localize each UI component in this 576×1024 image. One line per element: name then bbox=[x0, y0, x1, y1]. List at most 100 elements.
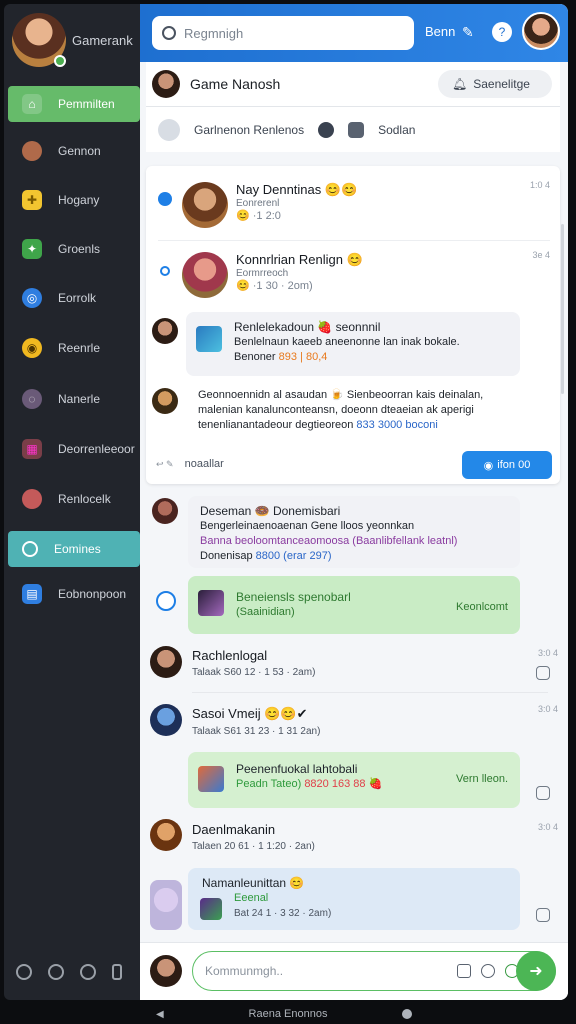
subbar-label[interactable]: Garlnenon Renlenos bbox=[194, 123, 304, 137]
message-label: Keonlcomt bbox=[456, 601, 508, 613]
message-bubble[interactable]: Beneiensls spenobarl (Saainidian) Keonlc… bbox=[188, 576, 520, 634]
message-title: Namanleunittan 😊 bbox=[202, 876, 305, 890]
gift-icon[interactable] bbox=[348, 121, 365, 138]
bell-icon: 🔔︎ bbox=[452, 77, 468, 91]
bubble-text: Benlelnaun kaeeb aneenonne lan inak boka… bbox=[234, 336, 460, 348]
comment-bubble[interactable]: Renlelekadoun 🍓 seonnnil Benlelnaun kaee… bbox=[186, 312, 520, 376]
sidebar-item-hogany[interactable]: ✚ Hogany bbox=[8, 182, 140, 218]
sidebar-item-label: Hogany bbox=[58, 193, 100, 207]
bubble-text: malenian kanalunconteansn, doeonn dteaei… bbox=[198, 404, 474, 416]
user-avatar[interactable] bbox=[522, 12, 560, 50]
sub-toolbar: Garlnenon Renlenos Sodlan bbox=[146, 106, 560, 152]
reply-row[interactable]: ↩ ✎ noaallar bbox=[156, 458, 224, 470]
send-button[interactable]: ➜ bbox=[516, 951, 556, 991]
message-input-placeholder: Kommunmgh.. bbox=[205, 964, 284, 978]
feed-post[interactable]: Konnrlrian Renlign 😊 Eormrreoch 😊 ·1 30 … bbox=[146, 246, 560, 312]
pin-icon[interactable] bbox=[536, 908, 550, 922]
sidebar-item-eomines[interactable]: Eomines bbox=[8, 531, 140, 567]
message-composer: Kommunmgh.. ➜ bbox=[140, 942, 568, 1000]
sidebar-item-label: Eobnonpoon bbox=[58, 587, 127, 601]
bubble-tag[interactable]: 833 3000 boconi bbox=[356, 419, 437, 431]
home-icon: ⌂ bbox=[22, 94, 42, 114]
comment-bubble[interactable]: Geonnoennidn al asaudan 🍺 Sienbeoorran k… bbox=[186, 380, 520, 444]
main-panel: Regmnigh Benn ✎ ? Game Nanosh 🔔︎ Saeneli… bbox=[140, 4, 568, 1000]
back-icon[interactable]: ◀ bbox=[156, 1009, 164, 1020]
sidebar-item-renlocelk[interactable]: Renlocelk bbox=[8, 481, 140, 517]
message-title: Sasoi Vmeij 😊😊✔ bbox=[192, 706, 308, 721]
help-icon[interactable]: ? bbox=[492, 22, 512, 42]
message-row[interactable]: Rachlenlogal Talaak S60 12 · 1 53 · 2am) bbox=[192, 648, 315, 678]
settings-icon[interactable] bbox=[16, 964, 32, 980]
info-icon[interactable] bbox=[80, 964, 96, 980]
reply-icon: ↩ ✎ bbox=[156, 459, 174, 469]
composer-avatar bbox=[150, 955, 182, 987]
gif-icon[interactable] bbox=[457, 964, 471, 978]
message-tag[interactable]: 8820 163 88 🍓 bbox=[304, 778, 382, 790]
message-row[interactable]: Sasoi Vmeij 😊😊✔ Talaak S61 31 23 · 1 31 … bbox=[192, 706, 320, 737]
help-icon[interactable] bbox=[48, 964, 64, 980]
profile-avatar[interactable] bbox=[12, 13, 66, 67]
profile-name: Gamerank bbox=[72, 32, 133, 48]
post-time: 1:0 4 bbox=[529, 180, 550, 190]
message-tag[interactable]: 8800 (erar 297) bbox=[256, 550, 332, 562]
group-settings-button[interactable]: 🔔︎ Saenelitge bbox=[438, 70, 552, 98]
message-title: Deseman 🍩 Donemisbari bbox=[200, 504, 341, 518]
chat-icon: ◌ bbox=[22, 389, 42, 409]
message-avatar bbox=[150, 819, 182, 851]
gamepad-icon: ✦ bbox=[22, 239, 42, 259]
pin-icon[interactable] bbox=[536, 786, 550, 800]
post-avatar bbox=[182, 252, 228, 298]
sidebar-item-eobnonpoon[interactable]: ▤ Eobnonpoon bbox=[8, 576, 140, 612]
search-input[interactable]: Regmnigh bbox=[152, 16, 414, 50]
sidebar-item-label: Renlocelk bbox=[58, 492, 111, 506]
top-label[interactable]: Benn bbox=[425, 24, 455, 39]
sidebar-item-deorrenleeoor[interactable]: ▦ Deorrenleeoor bbox=[8, 431, 140, 467]
sidebar-item-home[interactable]: ⌂ Pemmilten bbox=[8, 86, 140, 122]
message-input[interactable]: Kommunmgh.. bbox=[192, 951, 556, 991]
sidebar-item-eorrolk[interactable]: ◎ Eorrolk bbox=[8, 280, 140, 316]
home-button-icon[interactable] bbox=[402, 1009, 412, 1019]
sidebar-item-reenrle[interactable]: ◉ Reenrle bbox=[8, 330, 140, 366]
send-icon: ➜ bbox=[529, 963, 543, 980]
message-bubble[interactable]: Peenenfuokal lahtobali Peadn Tateo) 8820… bbox=[188, 752, 520, 808]
bubble-text: Geonnoennidn al asaudan 🍺 Sienbeoorran k… bbox=[198, 389, 484, 401]
post-subtitle: Eormrreoch bbox=[236, 268, 289, 279]
game-thumbnail bbox=[200, 898, 222, 920]
message-meta: Talaak S60 12 · 1 53 · 2am) bbox=[192, 667, 316, 678]
message-avatar bbox=[150, 880, 182, 930]
feed-post[interactable]: Nay Denntinas 😊😊 Eonrerenl 😊 ·1 2:0 1:0 … bbox=[146, 176, 560, 240]
sidebar-item-label: Pemmilten bbox=[58, 97, 115, 111]
message-bubble[interactable]: Deseman 🍩 Donemisbari Bengerleinaenoaena… bbox=[188, 496, 520, 568]
sidebar-item-groenls[interactable]: ✦ Groenls bbox=[8, 231, 140, 267]
edit-icon[interactable]: ✎ bbox=[462, 24, 474, 41]
globe-icon: ◎ bbox=[22, 288, 42, 308]
game-thumbnail bbox=[198, 766, 224, 792]
message-avatar bbox=[150, 646, 182, 678]
message-bubble[interactable]: Namanleunittan 😊 Eeenal Bat 24 1 · 3 32 … bbox=[188, 868, 520, 930]
system-nav-label: Raena Enonnos bbox=[248, 1008, 328, 1020]
follow-label: ifon 00 bbox=[497, 459, 531, 471]
sidebar-item-nanerle[interactable]: ◌ Nanerle bbox=[8, 381, 140, 417]
sidebar-profile[interactable]: Gamerank bbox=[12, 10, 133, 70]
reply-user: noaallar bbox=[184, 458, 224, 470]
shield-icon[interactable] bbox=[318, 121, 335, 138]
scrollbar[interactable] bbox=[561, 224, 564, 394]
sidebar-item-label: Nanerle bbox=[58, 392, 101, 406]
sidebar-item-gennon[interactable]: Gennon bbox=[8, 133, 140, 169]
emoji-icon[interactable] bbox=[481, 964, 495, 978]
power-icon[interactable] bbox=[112, 964, 122, 980]
avatar-icon bbox=[22, 489, 42, 509]
follow-button[interactable]: ◉ ifon 00 bbox=[462, 451, 552, 479]
feed-card: Nay Denntinas 😊😊 Eonrerenl 😊 ·1 2:0 1:0 … bbox=[146, 166, 560, 484]
bubble-text: tenenlianantadeour degtieoreon bbox=[198, 419, 354, 431]
avatar-icon bbox=[22, 141, 42, 161]
system-nav-bar: ◀ Raena Enonnos bbox=[0, 1004, 576, 1024]
user-icon bbox=[158, 118, 180, 141]
pin-icon[interactable] bbox=[536, 666, 550, 680]
bubble-tag[interactable]: 893 | 80,4 bbox=[279, 351, 328, 363]
subbar-label[interactable]: Sodlan bbox=[378, 123, 415, 137]
post-subtitle: Eonrerenl bbox=[236, 198, 280, 209]
sidebar-item-label: Eorrolk bbox=[58, 291, 97, 305]
message-row[interactable]: Daenlmakanin Talaen 20 61 · 1 1:20 · 2an… bbox=[192, 822, 315, 852]
calendar-icon: ▦ bbox=[22, 439, 42, 459]
